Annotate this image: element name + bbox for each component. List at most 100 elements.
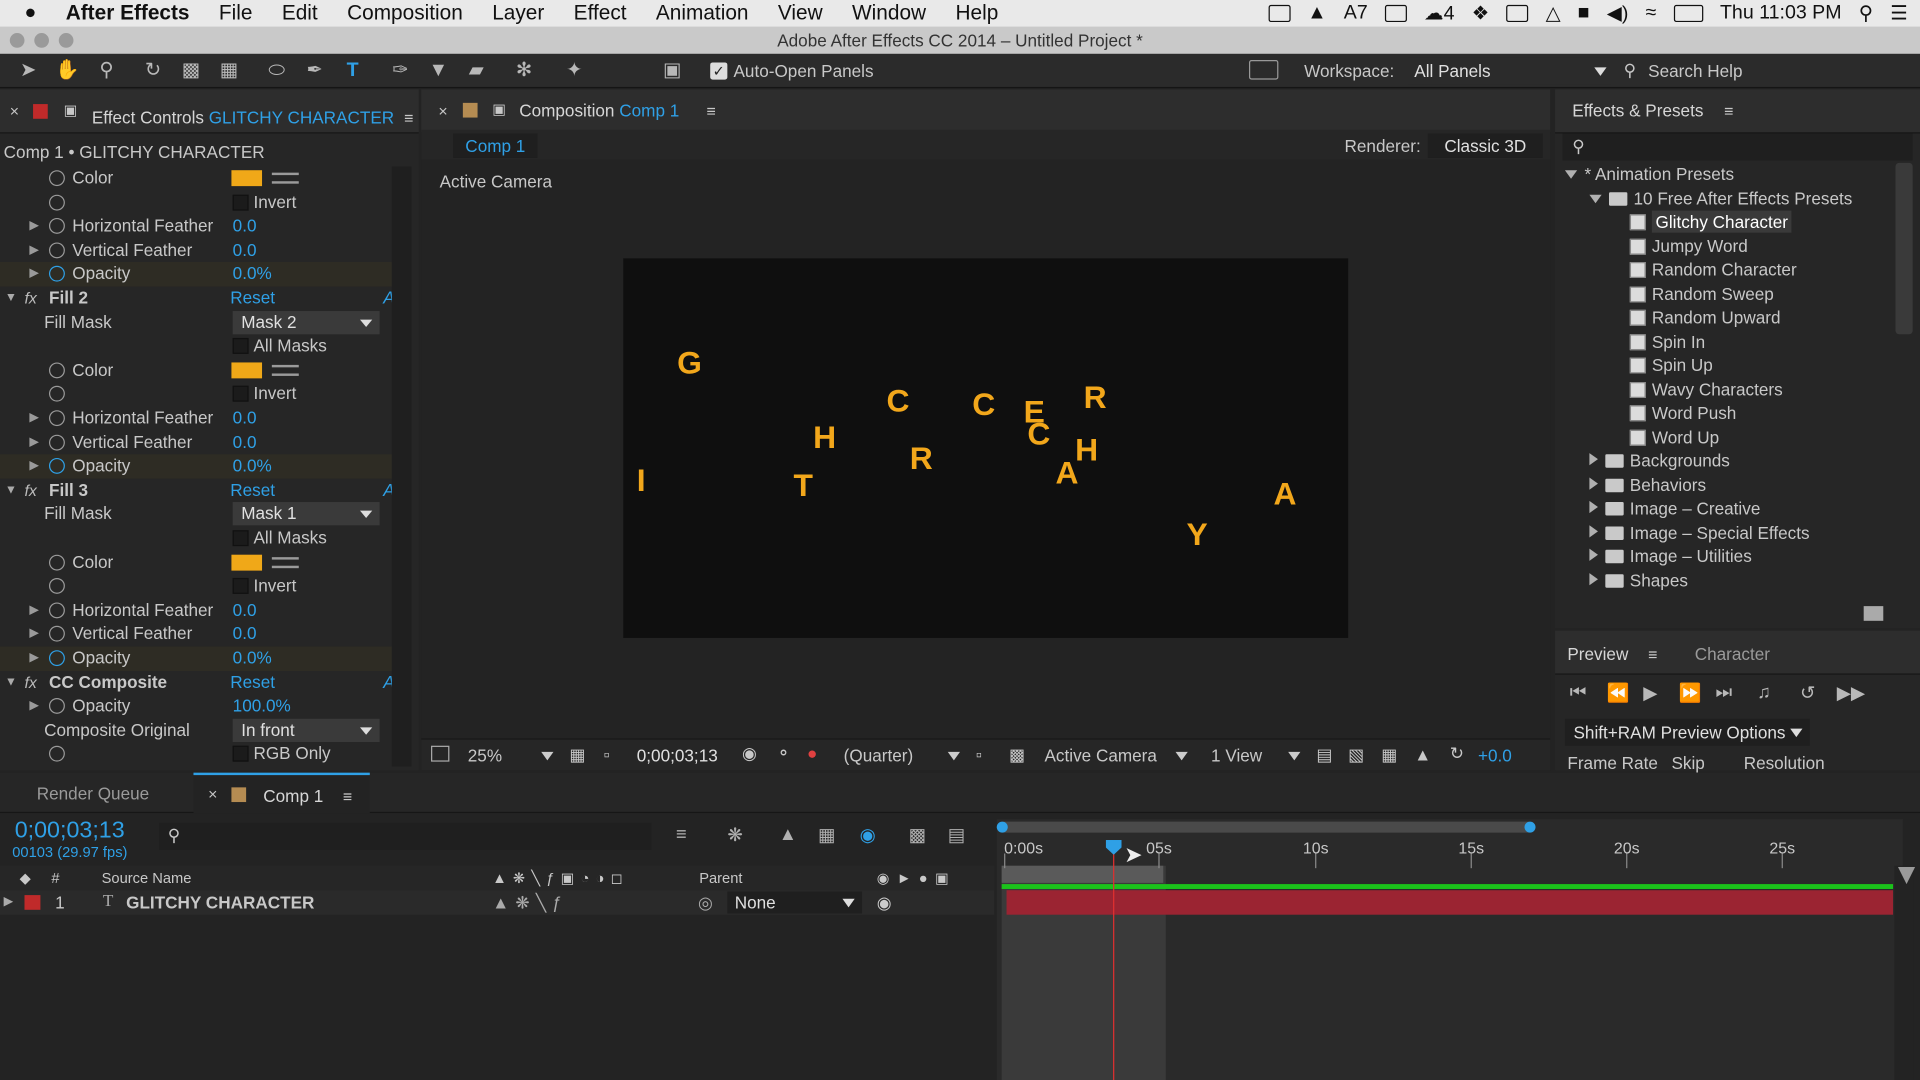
collapse-icon[interactable]: ▼	[5, 287, 17, 311]
cloud-status[interactable]: ☁4	[1424, 1, 1454, 25]
fx-icon[interactable]: fx	[24, 287, 36, 311]
tree-item-behaviors[interactable]: Behaviors	[1589, 473, 1706, 497]
panel-menu-icon[interactable]: ≡	[707, 102, 716, 120]
checkbox[interactable]	[232, 338, 249, 355]
work-area-bar[interactable]	[1001, 865, 1164, 883]
checkbox[interactable]	[232, 578, 249, 595]
workspace-icon[interactable]	[1248, 60, 1279, 80]
stopwatch-icon[interactable]	[48, 554, 65, 571]
tree-item-animation-presets[interactable]: * Animation Presets	[1564, 163, 1734, 187]
stopwatch-icon[interactable]	[48, 698, 65, 715]
effect-row-invert[interactable]: Invert	[0, 191, 392, 215]
tree-item-random-sweep[interactable]: Random Sweep	[1614, 282, 1774, 306]
menu-composition[interactable]: Composition	[332, 1, 477, 25]
tree-item-10-free-after-effects-presets[interactable]: 10 Free After Effects Presets	[1589, 187, 1852, 211]
toggle-pixel-aspect-icon[interactable]: ▤	[1316, 744, 1332, 765]
effect-row-invert[interactable]: Invert	[0, 575, 392, 599]
comp-canvas[interactable]: G C C E R H C H R I T A A Y	[623, 258, 1349, 638]
ram-preview-options-select[interactable]: Shift+RAM Preview Options	[1564, 718, 1810, 746]
hand-tool-icon[interactable]: ✋	[54, 59, 81, 83]
app-menu[interactable]: After Effects	[51, 1, 204, 25]
lock-icon[interactable]: ▣	[64, 102, 78, 119]
timeline-search-input[interactable]: ⚲	[159, 822, 652, 850]
tree-item-image-creative[interactable]: Image – Creative	[1589, 497, 1760, 521]
tab-effects-presets[interactable]: Effects & Presets	[1572, 100, 1703, 120]
chevron-down-icon[interactable]	[947, 751, 961, 761]
menu-layer[interactable]: Layer	[478, 1, 559, 25]
notification-center-icon[interactable]: ☰	[1890, 1, 1908, 25]
collapse-icon[interactable]: ▼	[5, 479, 17, 503]
timeline-current-time[interactable]: 0;00;03;13	[15, 818, 125, 845]
property-value[interactable]: 0.0	[233, 599, 257, 623]
roto-brush-tool-icon[interactable]: ✻	[511, 59, 538, 83]
stopwatch-icon[interactable]	[48, 434, 65, 451]
type-tool-icon[interactable]: T	[339, 59, 366, 83]
tree-item-image-special-effects[interactable]: Image – Special Effects	[1589, 521, 1810, 545]
close-window-button[interactable]	[9, 33, 25, 48]
fast-previews-icon[interactable]: ▧	[1348, 744, 1364, 765]
expand-icon[interactable]: ▶	[29, 431, 38, 455]
collapsed-arrow-icon[interactable]	[1589, 476, 1598, 490]
tree-item-wavy-characters[interactable]: Wavy Characters	[1614, 378, 1783, 402]
effect-row-all-masks[interactable]: All Masks	[0, 527, 392, 551]
timeline-icon[interactable]: ▦	[1381, 744, 1397, 765]
collapsed-arrow-icon[interactable]	[1589, 453, 1598, 466]
navigator-start-handle[interactable]	[996, 821, 1008, 833]
visibility-eye-icon[interactable]: ◉	[877, 890, 892, 914]
comp-mini-flowchart-icon[interactable]: ≡	[676, 824, 687, 845]
expand-icon[interactable]: ▶	[29, 647, 38, 671]
property-value[interactable]: 0.0%	[233, 263, 272, 287]
collapsed-arrow-icon[interactable]	[1589, 548, 1598, 561]
tree-item-spin-up[interactable]: Spin Up	[1614, 354, 1713, 378]
color-swatch[interactable]	[231, 554, 263, 571]
camera-view-select[interactable]: Active Camera	[1044, 746, 1156, 766]
tree-item-word-push[interactable]: Word Push	[1614, 402, 1736, 426]
chevron-down-icon[interactable]	[1288, 751, 1301, 761]
auto-open-checkbox[interactable]: ✓	[710, 62, 728, 80]
effect-row-fill-mask[interactable]: Fill Mask Mask 2	[0, 310, 392, 335]
renderer-select[interactable]: Classic 3D	[1427, 133, 1543, 158]
tab-render-queue[interactable]: Render Queue	[37, 784, 149, 804]
ram-preview-icon[interactable]: ▶▶	[1837, 682, 1865, 704]
panel-menu-icon[interactable]: ≡	[1724, 102, 1733, 120]
zoom-select[interactable]: 25%	[468, 746, 502, 766]
effect-row-horizontal-feather[interactable]: ▶ Horizontal Feather 0.0	[0, 215, 392, 239]
pen-tool-icon[interactable]: ✒	[301, 59, 328, 83]
checkbox[interactable]	[232, 746, 249, 763]
ellipse-tool-icon[interactable]: ⬭	[263, 59, 290, 83]
minimize-window-button[interactable]	[34, 33, 49, 48]
rotation-tool-icon[interactable]: ↻	[140, 59, 167, 83]
effect-row-invert[interactable]: Invert	[0, 383, 392, 407]
chevron-down-icon[interactable]	[541, 751, 554, 761]
stopwatch-icon[interactable]	[48, 194, 65, 211]
battery-icon[interactable]	[1673, 4, 1703, 23]
num-column-header[interactable]: #	[51, 866, 59, 890]
expand-layer-icon[interactable]: ▶	[4, 890, 13, 914]
lock-icon[interactable]: ■	[1578, 2, 1590, 24]
source-name-header[interactable]: Source Name	[102, 866, 192, 890]
property-value[interactable]: 0.0%	[233, 455, 272, 479]
shy-layers-icon[interactable]: ▲	[779, 824, 797, 845]
color-swatch[interactable]	[231, 170, 263, 187]
scrollbar[interactable]	[1895, 162, 1913, 335]
expanded-arrow-icon[interactable]	[1589, 194, 1602, 203]
search-help-input[interactable]: Search Help	[1648, 61, 1742, 81]
collapsed-arrow-icon[interactable]	[1589, 500, 1598, 514]
checkbox[interactable]	[232, 194, 249, 211]
camera-icon[interactable]	[1384, 4, 1407, 23]
stopwatch-icon[interactable]	[48, 626, 65, 643]
loop-icon[interactable]: ↺	[1800, 682, 1815, 704]
effect-row-opacity[interactable]: ▶ Opacity 0.0%	[0, 262, 392, 287]
label-column-icon[interactable]: ◆	[20, 866, 31, 890]
property-select[interactable]: Mask 1	[232, 502, 380, 526]
adobe-status[interactable]: A7	[1344, 2, 1368, 24]
current-time-indicator[interactable]	[1113, 844, 1115, 1080]
menu-edit[interactable]: Edit	[267, 1, 332, 25]
brainstorm-icon[interactable]: ▤	[948, 824, 965, 846]
workspace-select[interactable]: All Panels	[1408, 57, 1612, 85]
layer-label-color[interactable]	[24, 895, 41, 910]
stopwatch-icon[interactable]	[48, 386, 65, 403]
stopwatch-icon[interactable]	[48, 362, 65, 379]
last-frame-icon[interactable]: ⏭	[1716, 682, 1733, 703]
layer-switches[interactable]: ▲❋╲ƒ	[492, 890, 568, 914]
